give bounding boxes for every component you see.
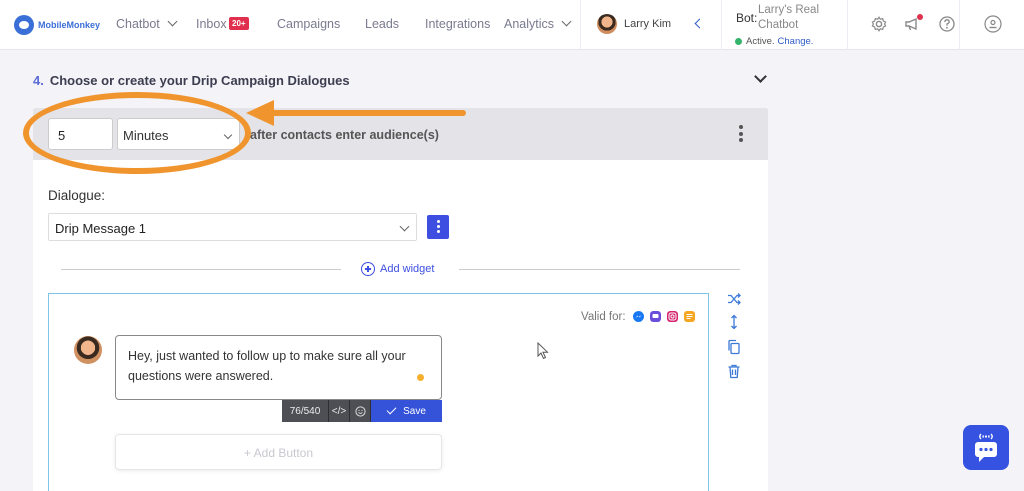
- bot-status: Active. Change.: [735, 36, 813, 47]
- logo[interactable]: MobileMonkey: [14, 15, 100, 35]
- copy-icon[interactable]: [726, 339, 742, 355]
- messenger-icon: [633, 311, 644, 322]
- bot-avatar: [74, 336, 102, 364]
- after-contacts-text: after contacts enter audience(s): [250, 128, 439, 142]
- mouse-cursor-icon: [537, 342, 549, 360]
- nav-inbox-label: Inbox: [196, 17, 227, 31]
- dialogue-label: Dialogue:: [48, 188, 106, 203]
- highlight-arrow: [270, 110, 466, 116]
- save-button[interactable]: Save: [371, 400, 442, 422]
- plus-circle-icon: [361, 262, 375, 276]
- code-button[interactable]: </>: [329, 400, 350, 422]
- section-title-text: Choose or create your Drip Campaign Dial…: [49, 73, 350, 88]
- divider: [959, 0, 960, 50]
- nav-leads[interactable]: Leads: [365, 17, 399, 31]
- user-name[interactable]: Larry Kim: [624, 18, 671, 30]
- nav-chatbot[interactable]: Chatbot: [116, 16, 178, 31]
- divider: [580, 0, 581, 50]
- dialogue-value: Drip Message 1: [55, 221, 147, 236]
- nav-inbox[interactable]: Inbox: [196, 17, 227, 31]
- char-count: 76/540: [282, 400, 329, 422]
- help-icon[interactable]: [938, 15, 956, 33]
- status-dot: [735, 38, 742, 45]
- section-title: 4. Choose or create your Drip Campaign Di…: [33, 73, 350, 88]
- divider: [459, 269, 740, 270]
- emoji-icon: [354, 405, 366, 417]
- nav-campaigns[interactable]: Campaigns: [277, 17, 340, 31]
- add-button[interactable]: + Add Button: [115, 434, 442, 470]
- add-widget-label: Add widget: [380, 263, 435, 275]
- highlight-ellipse: [23, 92, 251, 174]
- chat-widget-button[interactable]: [963, 425, 1009, 470]
- divider: [847, 0, 848, 50]
- nav-analytics-label: Analytics: [504, 17, 555, 31]
- nav-campaigns-label: Campaigns: [277, 17, 341, 31]
- bot-name: Larry's Real Chatbot: [758, 4, 819, 31]
- chevron-down-icon: [561, 16, 572, 27]
- text-widget: Valid for: Hey, just wanted to follow up…: [48, 293, 709, 491]
- nav-chatbot-label: Chatbot: [116, 17, 160, 31]
- dialogue-select[interactable]: Drip Message 1: [48, 213, 417, 241]
- account-icon[interactable]: [984, 15, 1002, 33]
- chevron-left-icon[interactable]: [694, 18, 705, 29]
- divider: [61, 269, 341, 270]
- add-widget-button[interactable]: Add widget: [361, 262, 434, 276]
- nav-integrations[interactable]: Integrations: [425, 17, 490, 31]
- chat-bot-icon: [975, 433, 997, 462]
- nav-analytics[interactable]: Analytics: [504, 16, 572, 31]
- chat-channel-icon: [650, 311, 661, 322]
- chevron-down-icon: [399, 221, 410, 232]
- nav-leads-label: Leads: [365, 17, 400, 31]
- emoji-button[interactable]: [350, 400, 371, 422]
- inbox-badge: 20+: [229, 17, 249, 30]
- divider: [721, 0, 722, 50]
- notification-dot: [917, 14, 923, 20]
- change-bot-link[interactable]: Change.: [778, 36, 814, 47]
- section-number: 4.: [33, 73, 44, 88]
- sms-icon: [684, 311, 695, 322]
- dialogue-menu-button[interactable]: [427, 215, 449, 239]
- arrow-head-icon: [246, 100, 274, 126]
- message-toolbar: 76/540 </> Save: [282, 400, 442, 422]
- message-text-input[interactable]: Hey, just wanted to follow up to make su…: [115, 335, 442, 400]
- monkey-logo-icon: [14, 15, 34, 35]
- trash-icon[interactable]: [726, 363, 742, 379]
- resize-vertical-icon[interactable]: [726, 314, 742, 330]
- bot-status-text: Active.: [746, 36, 775, 47]
- top-navigation: MobileMonkey Chatbot Inbox 20+ Campaigns…: [0, 0, 1024, 50]
- save-label: Save: [403, 405, 426, 417]
- nav-integrations-label: Integrations: [425, 17, 491, 31]
- shuffle-icon[interactable]: [726, 291, 742, 307]
- status-indicator: [417, 374, 424, 381]
- logo-text: MobileMonkey: [38, 20, 101, 30]
- settings-icon[interactable]: [870, 15, 888, 33]
- instagram-icon: [667, 311, 678, 322]
- chevron-down-icon: [167, 16, 178, 27]
- collapse-chevron-icon[interactable]: [754, 70, 767, 83]
- valid-for-label: Valid for:: [581, 311, 626, 323]
- user-avatar[interactable]: [597, 14, 617, 34]
- bot-label: Bot:: [736, 11, 758, 25]
- more-options-icon[interactable]: [739, 125, 743, 145]
